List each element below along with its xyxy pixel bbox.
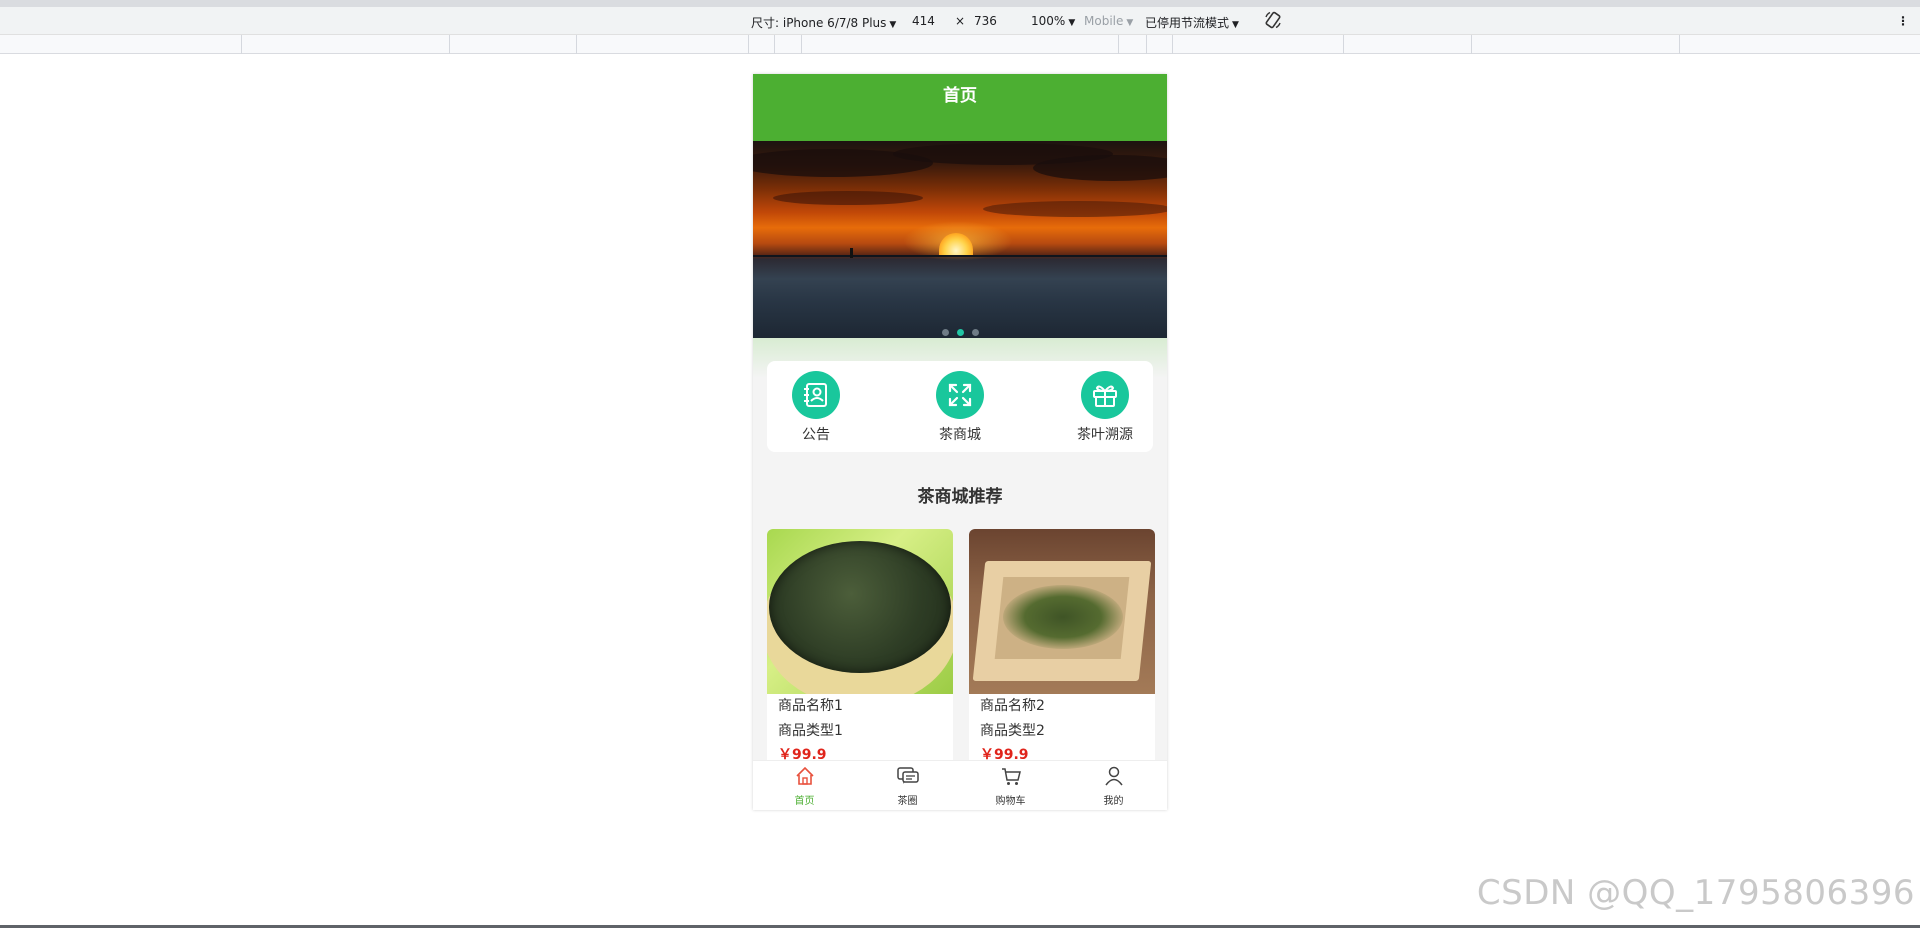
quicknav-label: 公告 [802, 427, 830, 443]
ruler-tick [1471, 35, 1472, 54]
zoom-label: 100% [1031, 14, 1066, 28]
page-title: 首页 [753, 74, 1167, 141]
height-input[interactable]: 736 [974, 14, 997, 28]
quicknav-item-mall[interactable]: 茶商城 [905, 371, 1015, 444]
tab-label: 购物车 [995, 796, 1026, 807]
width-input[interactable]: 414 [912, 14, 935, 28]
cart-icon [1001, 768, 1021, 785]
zoom-select[interactable]: 100% ▼ [1031, 14, 1075, 28]
devtools-device-toolbar: 尺寸: iPhone 6/7/8 Plus ▼ 414 × 736 100% ▼ M… [0, 0, 1920, 35]
tab-profile[interactable]: 我的 [1062, 765, 1165, 807]
chevron-down-icon: ▼ [1232, 20, 1239, 30]
quicknav-label: 茶商城 [939, 427, 981, 443]
tea-leaves-shape [1003, 585, 1123, 649]
tab-label: 茶圈 [897, 796, 918, 807]
device-select[interactable]: 尺寸: iPhone 6/7/8 Plus ▼ [751, 14, 896, 31]
ruler-tick [1118, 35, 1119, 54]
user-icon [1104, 766, 1123, 786]
bottom-tab-bar: 首页 茶圈 购物车 我的 [753, 760, 1167, 810]
product-image [969, 529, 1155, 694]
product-type: 商品类型1 [778, 723, 843, 739]
tab-label: 我的 [1103, 796, 1124, 807]
ruler-tick [1146, 35, 1147, 54]
horizon-line [753, 255, 1167, 257]
more-options-icon[interactable]: ⋮ [1897, 14, 1909, 28]
carousel-dot[interactable] [941, 329, 949, 336]
chat-icon [896, 767, 919, 784]
quicknav-item-notice[interactable]: 公告 [761, 371, 871, 444]
ruler-tick [774, 35, 775, 54]
banner-cloud [1033, 155, 1167, 181]
tab-cart[interactable]: 购物车 [959, 765, 1062, 807]
media-query-ruler [0, 35, 1920, 54]
banner-cloud [983, 201, 1167, 217]
product-card[interactable]: 商品名称2 商品类型2 ￥99.9 [969, 529, 1155, 779]
ruler-tick [576, 35, 577, 54]
boat-silhouette [850, 248, 853, 258]
device-label: 尺寸: iPhone 6/7/8 Plus [751, 16, 887, 30]
tab-home[interactable]: 首页 [753, 765, 856, 807]
quick-nav: 公告 茶商城 茶叶溯源 [767, 361, 1153, 452]
csdn-watermark: CSDN @QQ_1795806396 [1476, 873, 1915, 913]
throttle-select[interactable]: 已停用节流模式 ▼ [1145, 14, 1239, 31]
tab-circle[interactable]: 茶圈 [856, 765, 959, 807]
dimension-separator: × [955, 14, 966, 28]
product-image [767, 529, 953, 694]
gift-box-icon [1081, 371, 1129, 419]
ruler-tick [449, 35, 450, 54]
ruler-tick [1172, 35, 1173, 54]
quicknav-item-trace[interactable]: 茶叶溯源 [1050, 371, 1160, 444]
chevron-down-icon: ▼ [1068, 18, 1076, 28]
product-name: 商品名称1 [778, 698, 843, 714]
chevron-down-icon: ▼ [1126, 18, 1134, 28]
ruler-tick [241, 35, 242, 54]
mobile-viewport: 首页 公告 茶商城 茶叶溯源 茶商城推荐 商品名称1 商品类型1 ￥99.9 商… [753, 74, 1167, 810]
quicknav-label: 茶叶溯源 [1077, 427, 1133, 443]
banner-cloud [773, 191, 923, 205]
product-type: 商品类型2 [980, 723, 1045, 739]
tea-leaves-shape [769, 541, 951, 673]
throttle-label: 已停用节流模式 [1145, 16, 1230, 30]
carousel-dot[interactable] [971, 329, 979, 336]
rotate-icon[interactable] [1263, 10, 1283, 33]
section-title: 茶商城推荐 [917, 487, 1003, 507]
tab-label: 首页 [794, 796, 815, 807]
banner-carousel[interactable] [753, 141, 1167, 338]
ruler-tick [1679, 35, 1680, 54]
mode-select[interactable]: Mobile ▼ [1084, 14, 1133, 28]
carousel-indicators [753, 321, 1167, 338]
notice-book-icon [792, 371, 840, 419]
expand-arrows-icon [936, 371, 984, 419]
ruler-tick [748, 35, 749, 54]
home-icon [795, 766, 814, 785]
chevron-down-icon: ▼ [889, 20, 897, 30]
ruler-tick [801, 35, 802, 54]
product-name: 商品名称2 [980, 698, 1045, 714]
ruler-tick [1343, 35, 1344, 54]
product-card[interactable]: 商品名称1 商品类型1 ￥99.9 [767, 529, 953, 779]
carousel-dot-active[interactable] [956, 329, 964, 336]
mode-label: Mobile [1084, 14, 1124, 28]
